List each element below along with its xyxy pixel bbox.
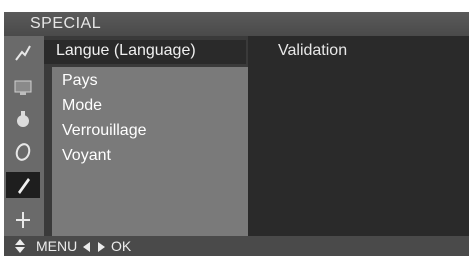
ok-label: OK — [111, 238, 132, 254]
submenu-item-mode[interactable]: Mode — [62, 97, 102, 115]
osd-menu: SPECIAL Langue (Language) Pays Mode Verr… — [4, 12, 469, 256]
timer-icon[interactable] — [10, 139, 36, 165]
footer-hint-bar: MENU OK — [4, 236, 469, 256]
setup-icon[interactable] — [10, 207, 36, 233]
menu-item-selected[interactable]: Langue (Language) — [44, 40, 246, 64]
value-pane: Validation — [248, 36, 469, 236]
submenu-item-pays[interactable]: Pays — [62, 72, 98, 90]
sound-icon[interactable] — [10, 106, 36, 132]
special-icon[interactable] — [6, 172, 40, 198]
footer-hint: MENU OK — [36, 238, 131, 254]
submenu-item-voyant[interactable]: Voyant — [62, 147, 111, 165]
picture-icon[interactable] — [10, 40, 36, 66]
submenu-list: Pays Mode Verrouillage Voyant — [52, 67, 248, 236]
title-bar: SPECIAL — [4, 12, 469, 36]
value-validation[interactable]: Validation — [278, 42, 347, 60]
submenu-item-verrouillage[interactable]: Verrouillage — [62, 122, 147, 140]
menu-title: SPECIAL — [30, 15, 102, 32]
up-down-arrow-icon — [15, 239, 25, 253]
selected-item-label: Langue (Language) — [56, 42, 196, 59]
menu-label: MENU — [36, 238, 78, 254]
left-right-arrow-icon — [83, 242, 106, 253]
category-icon-column — [4, 36, 44, 236]
screen-icon[interactable] — [10, 74, 36, 100]
